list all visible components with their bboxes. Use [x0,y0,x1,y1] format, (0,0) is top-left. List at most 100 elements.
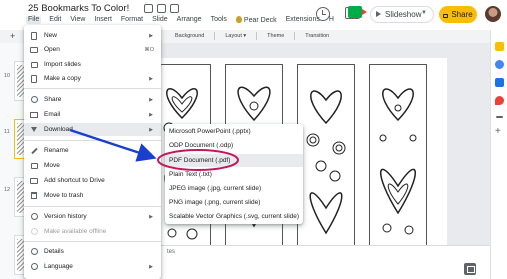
meet-icon[interactable] [348,6,367,18]
transition-button[interactable]: Transition [305,33,329,40]
menu-item-open[interactable]: Open ⌘O [24,43,161,56]
shortcut-text: ⌘O [144,46,154,53]
slide-number: 10 [4,73,11,79]
info-icon [30,248,38,256]
bookmark-art[interactable] [297,64,355,247]
menu-divider [24,140,161,141]
slideshow-button[interactable]: Slideshow ▼ [370,6,434,23]
menu-pear-deck-label: Pear Deck [243,17,277,24]
import-icon [30,61,38,69]
clock-icon [30,213,38,221]
toolbar-slide-actions: Background Layout ▾ Theme Transition [175,32,329,40]
drive-shortcut-icon [30,177,38,185]
menu-item-move[interactable]: Move [24,159,161,172]
menu-slide[interactable]: Slide [151,16,169,24]
chevron-right-icon: ▶ [149,32,153,39]
person-icon [30,96,38,104]
mail-icon [30,111,38,119]
download-pdf[interactable]: PDF Document (.pdf) [165,154,303,167]
history-icon[interactable] [316,7,330,21]
download-pptx[interactable]: Microsoft PowerPoint (.pptx) [169,128,251,135]
lock-icon [443,13,449,18]
tasks-icon[interactable] [495,60,504,69]
toolbar-divider [294,32,296,40]
share-label: Share [451,10,473,19]
avatar[interactable] [485,6,501,22]
document-title[interactable]: 25 Bookmarks To Color! [28,3,129,14]
keep-icon[interactable] [495,42,504,51]
menu-item-make-copy[interactable]: Make a copy ▶ [24,72,161,85]
menu-divider [24,88,161,89]
download-icon [30,126,38,134]
toolbar-divider [214,32,216,40]
contacts-icon[interactable] [495,78,504,87]
download-submenu: Microsoft PowerPoint (.pptx) ODP Documen… [165,124,303,224]
menu-extensions[interactable]: Extensions [285,16,321,24]
menu-item-language[interactable]: Language ▶ [24,260,161,273]
play-icon [376,11,381,17]
menu-bar: File Edit View Insert Format Slide Arran… [26,16,335,24]
menu-item-details[interactable]: Details [24,245,161,258]
slide-number: 12 [4,187,11,193]
menu-item-download[interactable]: Download ▶ [24,123,161,136]
chevron-down-icon[interactable]: ▼ [421,10,427,16]
offline-icon [30,228,38,236]
move-folder-icon[interactable] [157,4,166,13]
move-icon [30,162,38,170]
menu-view[interactable]: View [69,16,86,24]
download-txt[interactable]: Plain Text (.txt) [169,171,212,178]
file-menu: New ▶ Open ⌘O Import slides Make a copy … [24,25,161,279]
cloud-status-icon[interactable] [170,4,179,13]
menu-file[interactable]: File [26,16,42,24]
theme-button[interactable]: Theme [267,33,284,40]
title-icons [144,4,179,13]
chevron-right-icon: ▶ [149,126,153,133]
toolbar-divider [256,32,258,40]
doc-icon [30,31,38,40]
menu-divider [24,206,161,207]
share-button[interactable]: Share [439,6,477,23]
maps-icon[interactable] [495,96,504,105]
chevron-right-icon: ▶ [149,111,153,118]
menu-item-version-history[interactable]: Version history ▶ [24,210,161,223]
menu-tools[interactable]: Tools [210,16,228,24]
menu-divider [24,241,161,242]
download-png[interactable]: PNG image (.png, current slide) [169,199,260,206]
menu-item-add-shortcut[interactable]: Add shortcut to Drive [24,174,161,187]
explore-icon[interactable] [464,263,476,275]
download-jpg[interactable]: JPEG image (.jpg, current slide) [169,185,261,192]
chevron-right-icon: ▶ [149,96,153,103]
download-odp[interactable]: ODP Document (.odp) [169,142,233,149]
folder-icon [30,46,38,54]
menu-item-share[interactable]: Share ▶ [24,93,161,106]
globe-icon [30,263,38,271]
menu-item-rename[interactable]: Rename [24,144,161,157]
star-icon[interactable] [144,4,153,13]
download-svg[interactable]: Scalable Vector Graphics (.svg, current … [169,213,299,220]
pear-deck-icon [235,16,242,23]
menu-format[interactable]: Format [120,16,144,24]
add-addon-icon[interactable]: + [495,126,501,137]
new-slide-icon[interactable]: + [10,31,15,41]
menu-edit[interactable]: Edit [48,16,62,24]
background-button[interactable]: Background [175,33,204,40]
menu-item-move-to-trash[interactable]: Move to trash [24,189,161,202]
rename-icon [30,147,38,155]
menu-item-email[interactable]: Email ▶ [24,108,161,121]
menu-pear-deck[interactable]: Pear Deck [235,16,278,24]
coloring-art-image [379,88,417,235]
menu-item-import-slides[interactable]: Import slides [24,58,161,71]
filmstrip: 10 11 12 [0,43,28,279]
copy-icon [30,74,38,83]
speaker-notes-label: tes [167,249,176,255]
bookmark-art[interactable] [369,64,427,247]
slideshow-label: Slideshow [385,10,422,19]
menu-arrange[interactable]: Arrange [176,16,203,24]
chevron-right-icon: ▶ [149,263,153,270]
chevron-right-icon: ▶ [149,75,153,82]
coloring-art-image [306,90,346,235]
menu-insert[interactable]: Insert [93,16,113,24]
menu-item-new[interactable]: New ▶ [24,29,161,42]
side-panel-rail: + [490,30,507,279]
layout-button[interactable]: Layout ▾ [225,33,246,40]
